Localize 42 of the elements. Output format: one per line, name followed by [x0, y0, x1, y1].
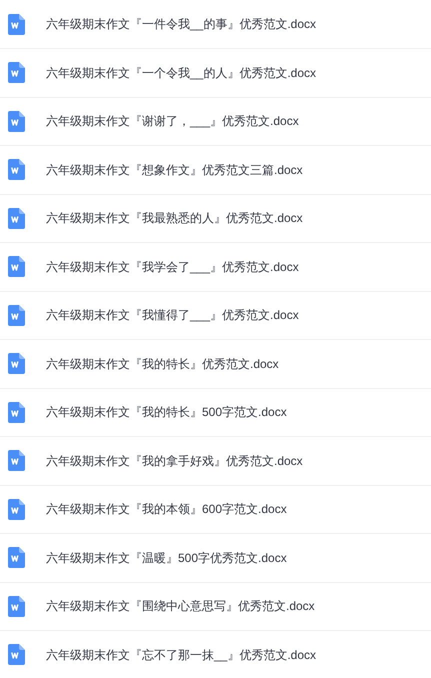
file-row[interactable]: 六年级期末作文『我的特长』优秀范文.docx	[0, 340, 431, 388]
file-name: 六年级期末作文『我懂得了___』优秀范文.docx	[46, 307, 299, 324]
word-document-icon	[8, 110, 25, 132]
file-name: 六年级期末作文『忘不了那一抹__』优秀范文.docx	[46, 646, 316, 664]
file-name: 六年级期末作文『想象作文』优秀范文三篇.docx	[46, 162, 303, 179]
file-name: 六年级期末作文『谢谢了，___』优秀范文.docx	[46, 113, 299, 130]
word-document-icon	[8, 547, 25, 568]
word-document-icon	[8, 596, 25, 617]
word-document-icon	[8, 304, 25, 326]
file-row[interactable]: 六年级期末作文『我的拿手好戏』优秀范文.docx	[0, 437, 431, 486]
file-row[interactable]: 六年级期末作文『一件令我__的事』优秀范文.docx	[0, 0, 431, 49]
file-name: 六年级期末作文『温暖』500字优秀范文.docx	[46, 550, 287, 567]
word-document-icon	[8, 208, 25, 229]
file-name: 六年级期末作文『我的特长』500字范文.docx	[46, 404, 287, 422]
word-document-icon	[8, 450, 25, 472]
file-row[interactable]: 六年级期末作文『温暖』500字优秀范文.docx	[0, 534, 431, 582]
file-row[interactable]: 六年级期末作文『我最熟悉的人』优秀范文.docx	[0, 194, 431, 243]
word-document-icon	[8, 256, 25, 278]
file-name: 六年级期末作文『一个令我__的人』优秀范文.docx	[46, 64, 316, 82]
file-row[interactable]: 六年级期末作文『想象作文』优秀范文三篇.docx	[0, 146, 431, 194]
file-row[interactable]: 六年级期末作文『我的本领』600字范文.docx	[0, 486, 431, 534]
file-name: 六年级期末作文『围绕中心意思写』优秀范文.docx	[46, 598, 315, 616]
file-name: 六年级期末作文『我学会了___』优秀范文.docx	[46, 258, 299, 276]
file-name: 六年级期末作文『我的特长』优秀范文.docx	[46, 356, 279, 373]
file-name: 六年级期末作文『我的拿手好戏』优秀范文.docx	[46, 452, 303, 470]
file-name: 六年级期末作文『我最熟悉的人』优秀范文.docx	[46, 210, 303, 228]
file-row[interactable]: 六年级期末作文『我的特长』500字范文.docx	[0, 388, 431, 437]
word-document-icon	[8, 159, 25, 180]
file-row[interactable]: 六年级期末作文『谢谢了，___』优秀范文.docx	[0, 98, 431, 146]
file-row[interactable]: 六年级期末作文『一个令我__的人』优秀范文.docx	[0, 49, 431, 98]
file-row[interactable]: 六年级期末作文『我学会了___』优秀范文.docx	[0, 243, 431, 292]
file-row[interactable]: 六年级期末作文『围绕中心意思写』优秀范文.docx	[0, 582, 431, 631]
word-document-icon	[8, 498, 25, 520]
word-document-icon	[8, 402, 25, 423]
file-row[interactable]: 六年级期末作文『我懂得了___』优秀范文.docx	[0, 292, 431, 340]
word-document-icon	[8, 353, 25, 374]
file-name: 六年级期末作文『我的本领』600字范文.docx	[46, 501, 287, 518]
word-document-icon	[8, 62, 25, 84]
file-name: 六年级期末作文『一件令我__的事』优秀范文.docx	[46, 16, 316, 34]
word-document-icon	[8, 14, 25, 35]
file-row[interactable]: 六年级期末作文『忘不了那一抹__』优秀范文.docx	[0, 631, 431, 678]
word-document-icon	[8, 644, 25, 666]
